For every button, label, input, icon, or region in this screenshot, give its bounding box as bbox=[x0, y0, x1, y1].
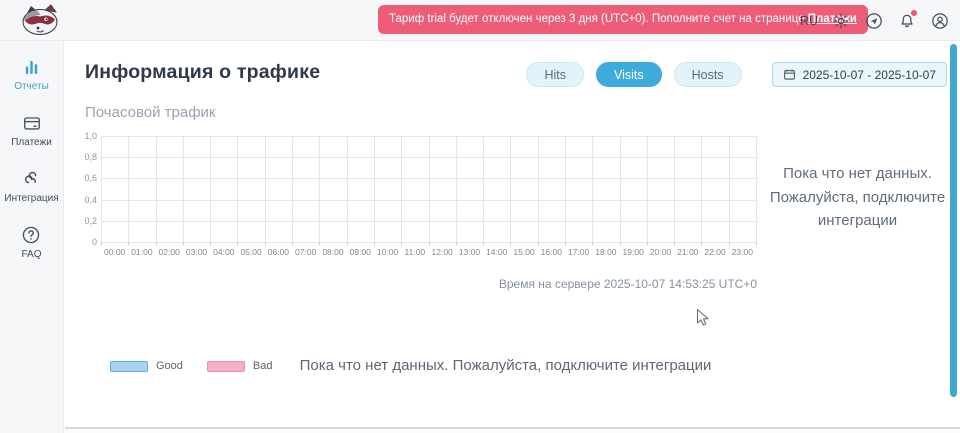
gridline-v bbox=[510, 136, 511, 242]
x-tick-mark bbox=[592, 242, 593, 245]
date-range-picker[interactable]: 2025-10-07 - 2025-10-07 bbox=[772, 62, 947, 87]
sidebar-item-label: Платежи bbox=[11, 137, 52, 148]
x-tick-mark bbox=[510, 242, 511, 245]
gridline-v bbox=[565, 136, 566, 242]
x-tick-mark bbox=[156, 242, 157, 245]
gridline-v bbox=[128, 136, 129, 242]
app-window: Тариф trial будет отключен через 3 дня (… bbox=[0, 0, 960, 433]
integration-link-icon bbox=[22, 169, 42, 189]
gridline-v bbox=[674, 136, 675, 242]
sidebar-item-label: FAQ bbox=[21, 249, 41, 260]
x-tick-mark bbox=[647, 242, 648, 245]
y-tick-label: 0,2 bbox=[81, 216, 97, 226]
sidebar-nav: Отчеты Платежи Интеграция bbox=[0, 41, 64, 433]
bar-chart-icon bbox=[22, 58, 41, 77]
x-tick-mark bbox=[620, 242, 621, 245]
x-tick-mark bbox=[237, 242, 238, 245]
gridline-v bbox=[701, 136, 702, 242]
x-tick-mark bbox=[265, 242, 266, 245]
gridline-v bbox=[237, 136, 238, 242]
hourly-traffic-chart: 1,00,80,60,40,2000:0001:0002:0003:0004:0… bbox=[85, 136, 785, 286]
chart-title: Почасовой трафик bbox=[85, 104, 216, 121]
gridline-v bbox=[538, 136, 539, 242]
y-tick-label: 0,4 bbox=[81, 195, 97, 205]
x-tick-mark bbox=[565, 242, 566, 245]
server-time: Время на сервере 2025-10-07 14:53:25 UTC… bbox=[415, 277, 757, 291]
date-range-value: 2025-10-07 - 2025-10-07 bbox=[803, 68, 936, 82]
gridline-v bbox=[319, 136, 320, 242]
x-tick-mark bbox=[210, 242, 211, 245]
theme-sun-icon[interactable] bbox=[831, 11, 851, 31]
question-circle-icon bbox=[21, 225, 41, 245]
trial-warning-banner: Тариф trial будет отключен через 3 дня (… bbox=[378, 5, 868, 34]
profile-icon[interactable] bbox=[930, 11, 950, 31]
x-tick-mark bbox=[183, 242, 184, 245]
gridline-v bbox=[729, 136, 730, 242]
empty-state-bottom-message: Пока что нет данных. Пожалуйста, подключ… bbox=[65, 357, 946, 374]
gridline-v bbox=[183, 136, 184, 242]
x-tick-mark bbox=[538, 242, 539, 245]
x-tick-mark bbox=[456, 242, 457, 245]
empty-state-side-message: Пока что нет данных. Пожалуйста, подключ… bbox=[765, 162, 950, 233]
x-tick-mark bbox=[292, 242, 293, 245]
header-actions: RU bbox=[800, 0, 950, 41]
tab-visits[interactable]: Visits bbox=[596, 62, 662, 87]
main-content: Информация о трафике Hits Visits Hosts 2… bbox=[65, 41, 960, 433]
tab-hits[interactable]: Hits bbox=[526, 62, 584, 87]
top-header: Тариф trial будет отключен через 3 дня (… bbox=[0, 0, 960, 41]
gridline-v bbox=[647, 136, 648, 242]
y-tick-label: 1,0 bbox=[81, 131, 97, 141]
gridline-v bbox=[756, 136, 757, 242]
gridline-v bbox=[620, 136, 621, 242]
send-plane-icon[interactable] bbox=[864, 11, 884, 31]
gridline-v bbox=[156, 136, 157, 242]
x-tick-mark bbox=[701, 242, 702, 245]
gridline-v bbox=[292, 136, 293, 242]
sidebar-item-label: Отчеты bbox=[14, 81, 49, 92]
x-tick-label: 23:00 bbox=[724, 247, 760, 257]
gridline-v bbox=[401, 136, 402, 242]
gridline-v bbox=[592, 136, 593, 242]
gridline-v bbox=[456, 136, 457, 242]
footer-strip bbox=[65, 429, 960, 433]
x-tick-mark bbox=[347, 242, 348, 245]
x-tick-mark bbox=[319, 242, 320, 245]
x-tick-mark bbox=[483, 242, 484, 245]
calendar-icon bbox=[783, 68, 796, 81]
x-tick-mark bbox=[429, 242, 430, 245]
raccoon-logo-icon[interactable] bbox=[18, 3, 62, 37]
notification-badge bbox=[910, 9, 918, 17]
y-tick-label: 0,6 bbox=[81, 173, 97, 183]
gridline-v bbox=[265, 136, 266, 242]
language-switcher[interactable]: RU bbox=[800, 14, 818, 28]
tab-hosts[interactable]: Hosts bbox=[674, 62, 742, 87]
vertical-scrollbar[interactable] bbox=[950, 44, 957, 397]
plot-area: 1,00,80,60,40,2000:0001:0002:0003:0004:0… bbox=[101, 136, 756, 242]
sidebar-item-reports[interactable]: Отчеты bbox=[14, 58, 49, 92]
x-tick-mark bbox=[729, 242, 730, 245]
notifications-bell-icon[interactable] bbox=[897, 11, 917, 31]
banner-text: Тариф trial будет отключен через 3 дня (… bbox=[389, 13, 808, 25]
x-tick-mark bbox=[674, 242, 675, 245]
sidebar-item-label: Интеграция bbox=[4, 193, 58, 204]
payments-card-icon bbox=[22, 113, 42, 133]
gridline-v bbox=[483, 136, 484, 242]
y-tick-label: 0,8 bbox=[81, 152, 97, 162]
y-tick-label: 0 bbox=[81, 237, 97, 247]
sidebar-item-faq[interactable]: FAQ bbox=[21, 225, 41, 260]
gridline-v bbox=[429, 136, 430, 242]
gridline-v bbox=[374, 136, 375, 242]
page-title: Информация о трафике bbox=[85, 61, 320, 84]
gridline-v bbox=[101, 136, 102, 242]
sidebar-item-integration[interactable]: Интеграция bbox=[4, 169, 58, 204]
x-tick-mark bbox=[128, 242, 129, 245]
sidebar-item-payments[interactable]: Платежи bbox=[11, 113, 52, 148]
traffic-controls: Hits Visits Hosts 2025-10-07 - 2025-10-0… bbox=[514, 62, 947, 87]
x-tick-mark bbox=[374, 242, 375, 245]
x-tick-mark bbox=[101, 242, 102, 245]
gridline-v bbox=[210, 136, 211, 242]
x-tick-mark bbox=[756, 242, 757, 245]
x-tick-mark bbox=[401, 242, 402, 245]
gridline-v bbox=[347, 136, 348, 242]
